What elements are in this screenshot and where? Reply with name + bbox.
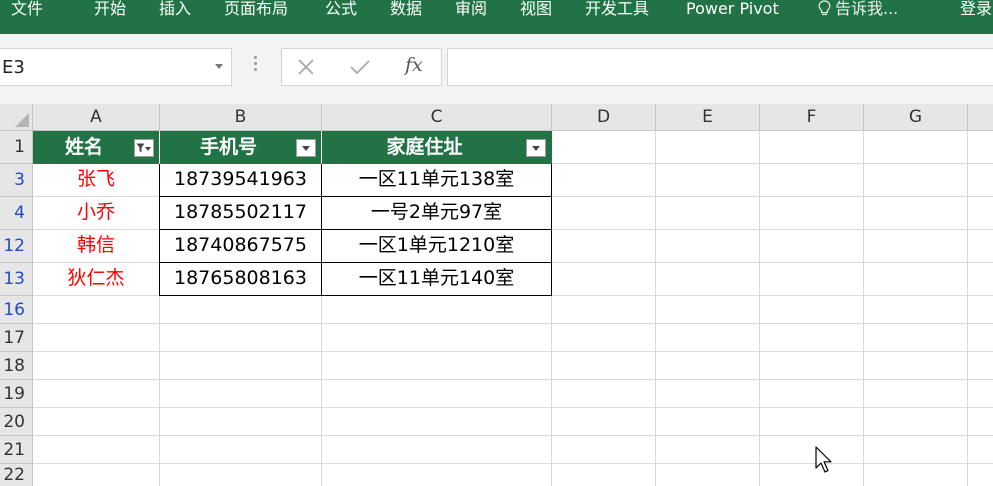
filter-dropdown-name[interactable] [134, 139, 154, 157]
ribbon-tab-bar: 文件 开始 插入 页面布局 公式 数据 审阅 视图 开发工具 Power Piv… [0, 0, 993, 34]
row-header-21[interactable]: 21 [0, 436, 33, 464]
row-header-18[interactable]: 18 [0, 352, 33, 380]
table-header-label: 手机号 [199, 136, 257, 158]
formula-bar-tools: fx [281, 48, 442, 86]
row-header-13[interactable]: 13 [0, 263, 33, 296]
cell-name[interactable]: 狄仁杰 [33, 263, 159, 295]
tell-me-search[interactable]: 告诉我... [818, 0, 898, 22]
row-header-12[interactable]: 12 [0, 230, 33, 263]
gridline [967, 131, 968, 486]
cell-name[interactable]: 张飞 [33, 164, 159, 196]
column-header-g[interactable]: G [864, 104, 968, 131]
sign-in-link[interactable]: 登录 [960, 0, 992, 22]
column-header-e[interactable]: E [656, 104, 760, 131]
cell-phone[interactable]: 18765808163 [160, 263, 321, 295]
gridline [33, 351, 993, 352]
column-header-f[interactable]: F [760, 104, 864, 131]
cell-phone[interactable]: 18785502117 [160, 197, 321, 229]
chevron-down-icon [145, 147, 151, 151]
gridline [33, 463, 993, 464]
filter-dropdown-phone[interactable] [296, 139, 316, 157]
tab-home[interactable]: 开始 [94, 0, 126, 22]
tell-me-text: 告诉我... [835, 0, 899, 18]
table-header-address[interactable]: 家庭住址 [322, 131, 552, 164]
row-header-4[interactable]: 4 [0, 197, 33, 230]
formula-bar: E3 fx [0, 34, 993, 104]
filter-dropdown-address[interactable] [526, 139, 546, 157]
row-header-17[interactable]: 17 [0, 324, 33, 352]
tab-insert[interactable]: 插入 [159, 0, 191, 22]
spreadsheet-grid: A B C D E F G 1 3 4 12 13 16 17 18 19 20… [0, 104, 993, 486]
tab-developer[interactable]: 开发工具 [585, 0, 649, 22]
lightbulb-icon [818, 0, 831, 16]
column-header-a[interactable]: A [33, 104, 160, 131]
select-all-button[interactable] [0, 104, 33, 131]
row-header-1[interactable]: 1 [0, 131, 33, 164]
gridline [33, 407, 993, 408]
cell-phone[interactable]: 18740867575 [160, 230, 321, 262]
cell-name[interactable]: 韩信 [33, 230, 159, 262]
name-box-value: E3 [2, 57, 25, 78]
table-header-phone[interactable]: 手机号 [160, 131, 322, 164]
enter-checkmark-icon[interactable] [350, 59, 370, 75]
filter-funnel-icon [136, 143, 145, 153]
tab-power-pivot[interactable]: Power Pivot [686, 0, 779, 22]
tab-review[interactable]: 审阅 [455, 0, 487, 22]
tab-data[interactable]: 数据 [390, 0, 422, 22]
row-header-3[interactable]: 3 [0, 164, 33, 197]
tab-formulas[interactable]: 公式 [325, 0, 357, 22]
table-header-label: 姓名 [64, 136, 103, 158]
cell-address[interactable]: 一区11单元140室 [322, 263, 551, 295]
mouse-cursor-icon [815, 446, 832, 473]
cell-name[interactable]: 小乔 [33, 197, 159, 229]
tab-page-layout[interactable]: 页面布局 [224, 0, 288, 22]
gridline [33, 379, 993, 380]
gridline [655, 131, 656, 486]
gridline [33, 435, 993, 436]
formula-input[interactable] [447, 48, 993, 86]
table-border [159, 295, 552, 296]
row-header-16[interactable]: 16 [0, 296, 33, 324]
name-box[interactable]: E3 [0, 48, 232, 86]
row-header-20[interactable]: 20 [0, 408, 33, 436]
table-border [551, 164, 552, 296]
cell-address[interactable]: 一区1单元1210室 [322, 230, 551, 262]
insert-function-icon[interactable]: fx [405, 54, 423, 76]
table-header-label: 家庭住址 [386, 136, 463, 158]
cell-address[interactable]: 一号2单元97室 [322, 197, 551, 229]
formula-bar-resize-handle[interactable] [254, 56, 258, 76]
column-header-d[interactable]: D [552, 104, 656, 131]
table-header-name[interactable]: 姓名 [33, 131, 160, 164]
gridline [759, 131, 760, 486]
chevron-down-icon [532, 146, 540, 151]
cell-address[interactable]: 一区11单元138室 [322, 164, 551, 196]
tab-view[interactable]: 视图 [520, 0, 552, 22]
gridline [33, 323, 993, 324]
column-header-b[interactable]: B [160, 104, 322, 131]
tab-file[interactable]: 文件 [11, 0, 43, 22]
cancel-icon[interactable] [297, 58, 315, 76]
column-header-h[interactable] [968, 104, 993, 131]
chevron-down-icon [302, 146, 310, 151]
row-header-19[interactable]: 19 [0, 380, 33, 408]
cell-phone[interactable]: 18739541963 [160, 164, 321, 196]
column-header-c[interactable]: C [322, 104, 552, 131]
gridline [863, 131, 864, 486]
name-box-dropdown-icon[interactable] [215, 64, 223, 69]
row-header-22[interactable]: 22 [0, 464, 33, 486]
